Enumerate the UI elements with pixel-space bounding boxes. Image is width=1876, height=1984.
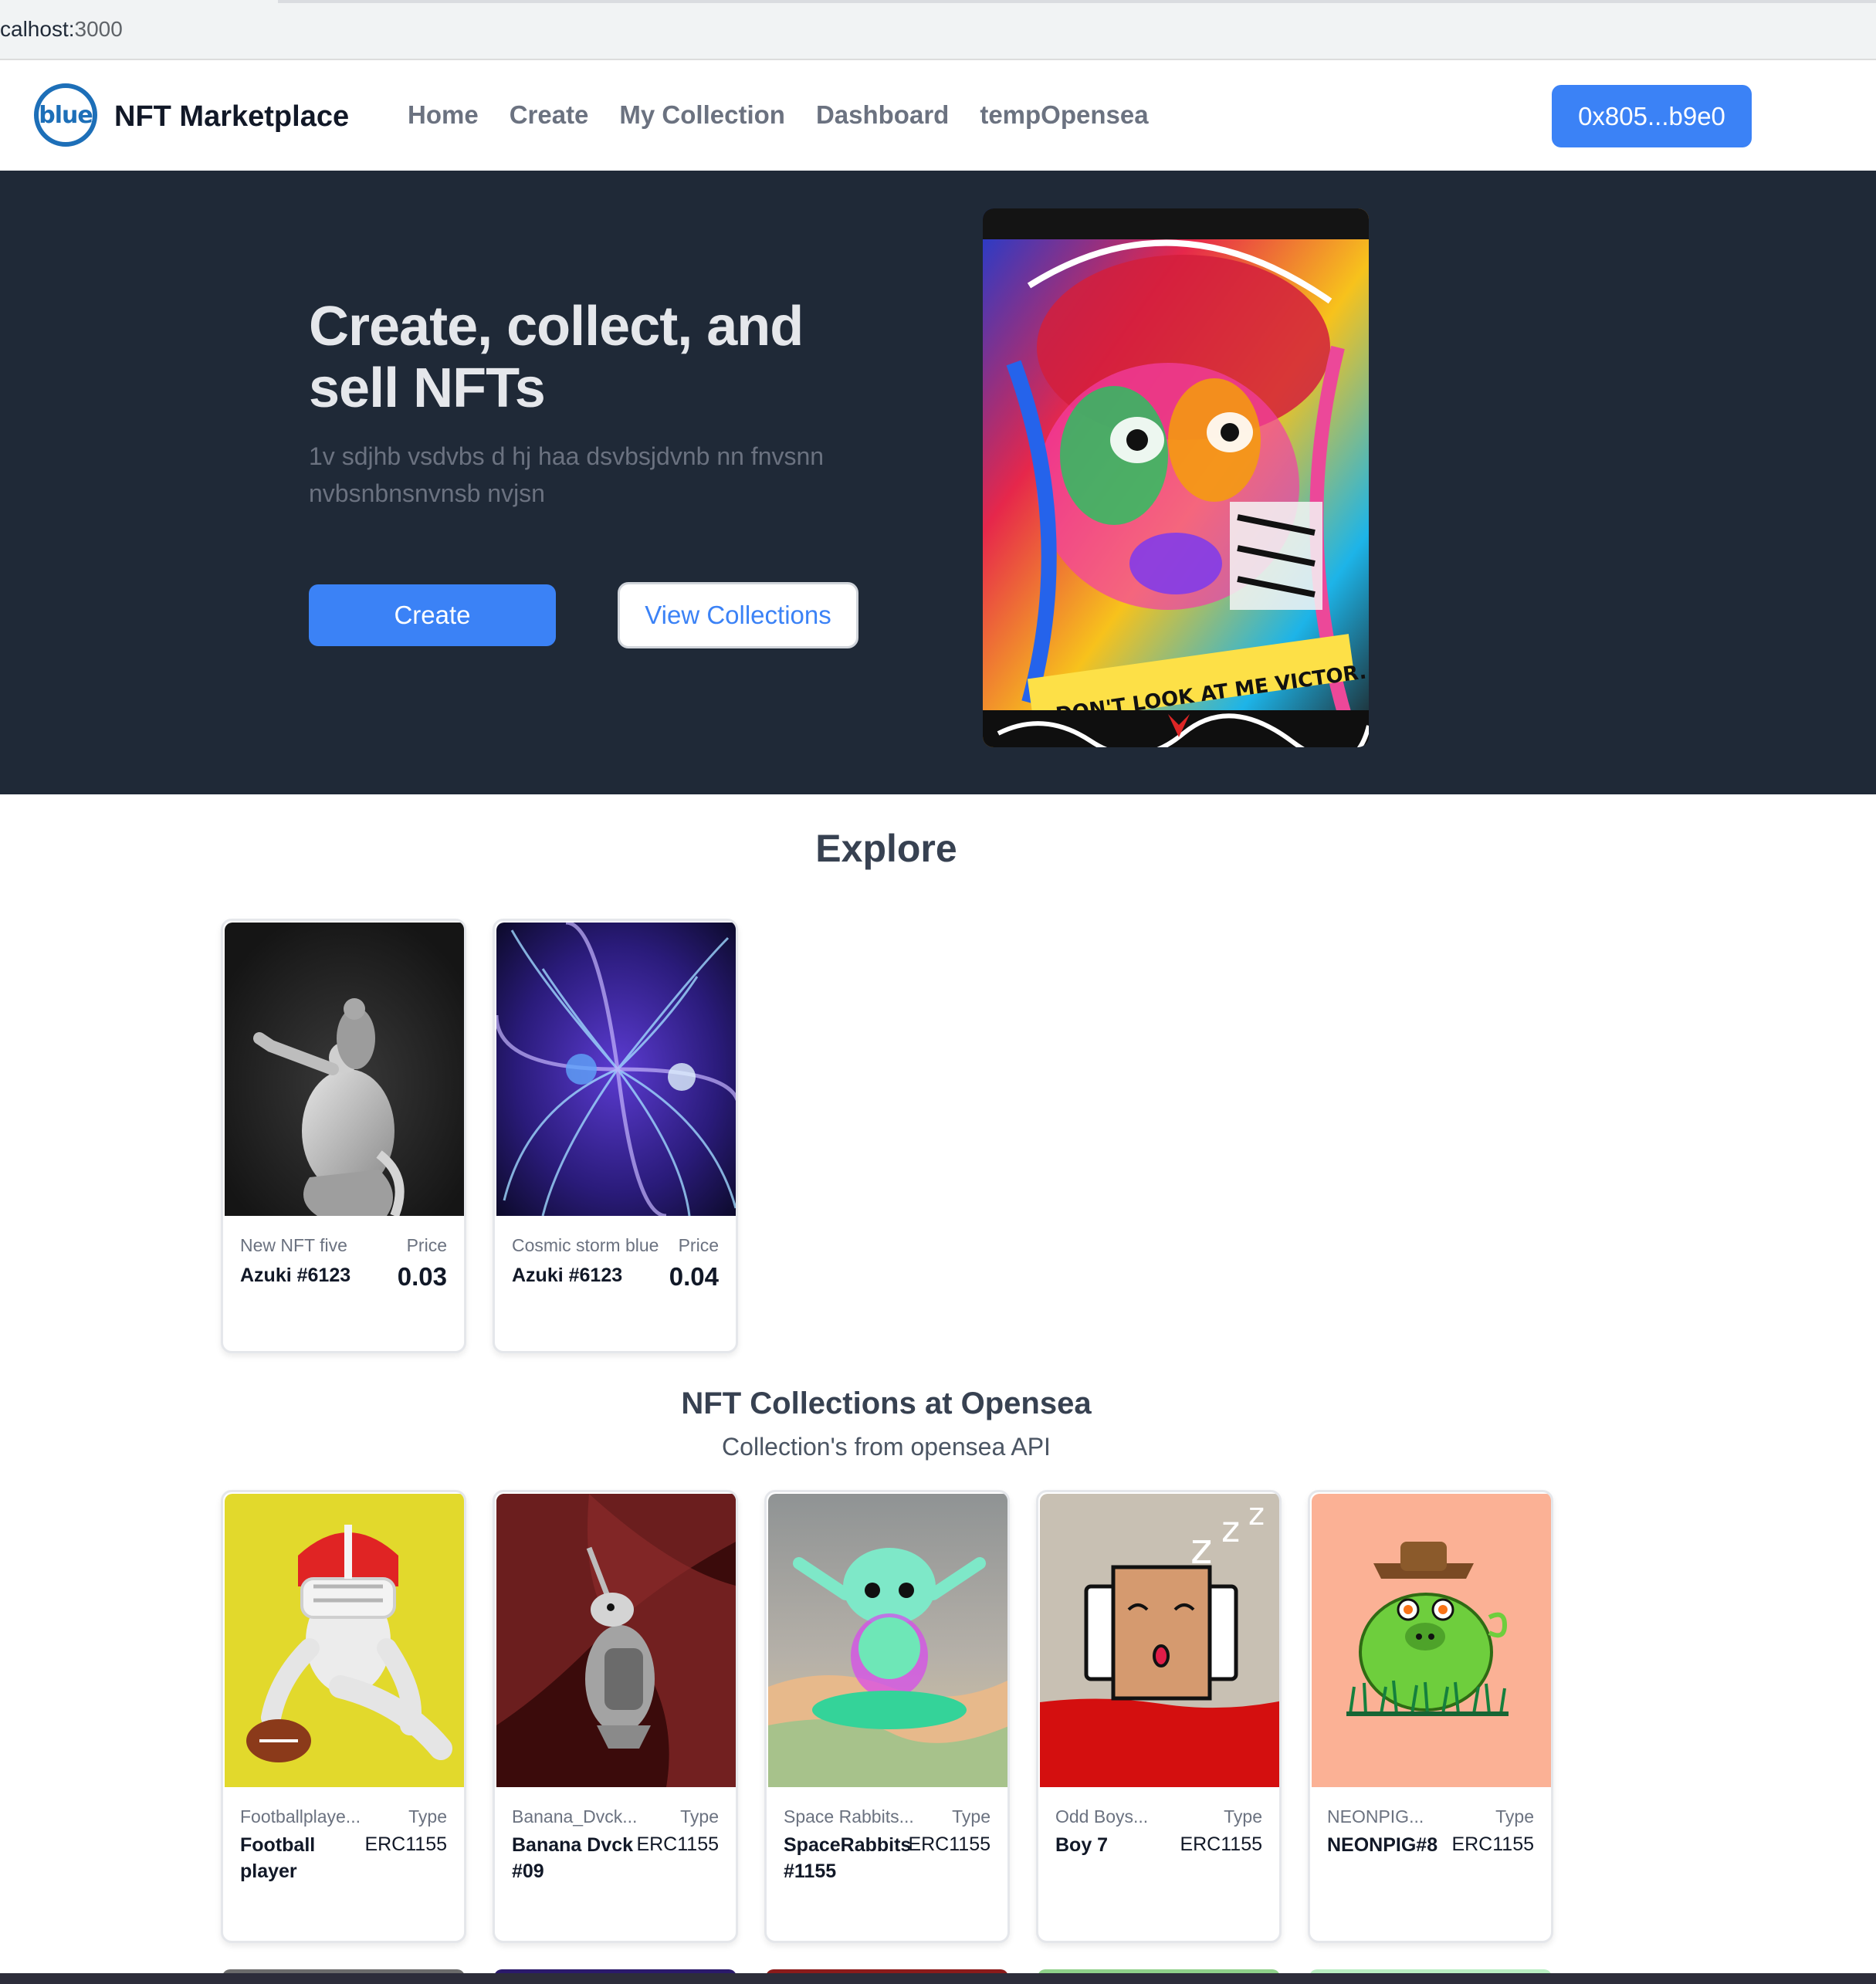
nft-image xyxy=(496,1494,736,1787)
nav-temp-opensea[interactable]: tempOpensea xyxy=(980,100,1148,130)
type-label: Type xyxy=(1495,1806,1534,1827)
type-label: Type xyxy=(952,1806,990,1827)
collection-card[interactable]: Space Rabbits... Type SpaceRabbits #1155… xyxy=(764,1490,1010,1943)
navbar: blue NFT Marketplace Home Create My Coll… xyxy=(0,60,1876,171)
nft-name: NEONPIG#8 xyxy=(1327,1834,1438,1856)
hero-create-button[interactable]: Create xyxy=(309,584,556,646)
nft-name: New NFT five xyxy=(240,1235,347,1255)
collection-card[interactable]: Banana_Dvck... Type Banana Dvck #09 ERC1… xyxy=(493,1490,738,1943)
brand-name[interactable]: NFT Marketplace xyxy=(114,100,349,134)
nft-name: Cosmic storm blue xyxy=(512,1235,659,1255)
logo-icon[interactable]: blue xyxy=(34,83,97,147)
nft-name: Banana Dvck #09 xyxy=(512,1834,634,1882)
hero-subtitle: 1v sdjhb vsdvbs d hj haa dsvbsjdvnb nn f… xyxy=(309,442,825,507)
nft-name: Football player xyxy=(240,1834,316,1882)
taskbar-strip xyxy=(0,1973,1876,1984)
hero-section: Create, collect, and sell NFTs 1v sdjhb … xyxy=(0,171,1876,794)
collection-card[interactable]: NEONPIG... Type NEONPIG#8 ERC1155 xyxy=(1308,1490,1553,1943)
token-type: ERC1155 xyxy=(1180,1833,1262,1855)
browser-toolbar: calhost:3000 xyxy=(0,0,1876,59)
explore-title: Explore xyxy=(815,827,957,870)
collections-subtitle: Collection's from opensea API xyxy=(722,1433,1051,1461)
url-port: 3000 xyxy=(74,17,123,41)
collections-title: NFT Collections at Opensea xyxy=(681,1386,1092,1420)
nft-name: Boy 7 xyxy=(1055,1834,1109,1856)
collection-name: Odd Boys... xyxy=(1055,1806,1149,1827)
type-label: Type xyxy=(1224,1806,1262,1827)
explore-card[interactable]: New NFT five Price Azuki #6123 0.03 xyxy=(221,919,466,1353)
hero-artwork: DON'T LOOK AT ME VICTOR. xyxy=(983,208,1369,747)
logo-text: blue xyxy=(39,101,93,129)
price-label: Price xyxy=(406,1235,447,1255)
collection-name: NEONPIG... xyxy=(1327,1806,1424,1827)
collection-name: Banana_Dvck... xyxy=(512,1806,638,1827)
nav-my-collection[interactable]: My Collection xyxy=(619,100,785,130)
collection-name: Space Rabbits... xyxy=(784,1806,914,1827)
tab-strip xyxy=(278,0,1876,3)
token-type: ERC1155 xyxy=(636,1833,719,1855)
collection-name: Footballplaye... xyxy=(240,1806,361,1827)
token-type: ERC1155 xyxy=(908,1833,990,1855)
address-bar[interactable]: calhost:3000 xyxy=(0,17,123,42)
token-type: ERC1155 xyxy=(364,1833,447,1855)
explore-card[interactable]: Cosmic storm blue Price Azuki #6123 0.04 xyxy=(493,919,738,1353)
svg-text:z: z xyxy=(1190,1525,1212,1573)
nft-price: 0.04 xyxy=(669,1262,719,1291)
view-collections-button[interactable]: View Collections xyxy=(618,582,858,648)
token-type: ERC1155 xyxy=(1451,1833,1534,1855)
nft-token: Azuki #6123 xyxy=(240,1265,351,1286)
nft-image xyxy=(768,1494,1007,1787)
collection-card[interactable]: Footballplaye... Type Football player ER… xyxy=(221,1490,466,1943)
svg-text:z: z xyxy=(1248,1497,1265,1532)
nft-image xyxy=(225,923,464,1216)
price-label: Price xyxy=(678,1235,719,1255)
nav-links: Home Create My Collection Dashboard temp… xyxy=(408,100,1149,130)
hero-title: Create, collect, and sell NFTs xyxy=(309,296,804,419)
nft-price: 0.03 xyxy=(397,1262,447,1291)
svg-text:z: z xyxy=(1221,1508,1240,1550)
nav-dashboard[interactable]: Dashboard xyxy=(816,100,949,130)
nft-image xyxy=(496,923,736,1216)
type-label: Type xyxy=(680,1806,719,1827)
nft-image: z z z xyxy=(1040,1494,1279,1787)
type-label: Type xyxy=(408,1806,447,1827)
nav-home[interactable]: Home xyxy=(408,100,479,130)
collection-card[interactable]: z z z Odd Boys... Type Boy 7 ERC1155 xyxy=(1036,1490,1282,1943)
wallet-address-button[interactable]: 0x805...b9e0 xyxy=(1552,85,1752,147)
nft-image xyxy=(1312,1494,1551,1787)
nft-image xyxy=(225,1494,464,1787)
url-host: calhost: xyxy=(0,17,75,41)
nft-token: Azuki #6123 xyxy=(512,1265,623,1286)
nft-name: SpaceRabbits #1155 xyxy=(784,1834,912,1882)
nav-create[interactable]: Create xyxy=(510,100,589,130)
